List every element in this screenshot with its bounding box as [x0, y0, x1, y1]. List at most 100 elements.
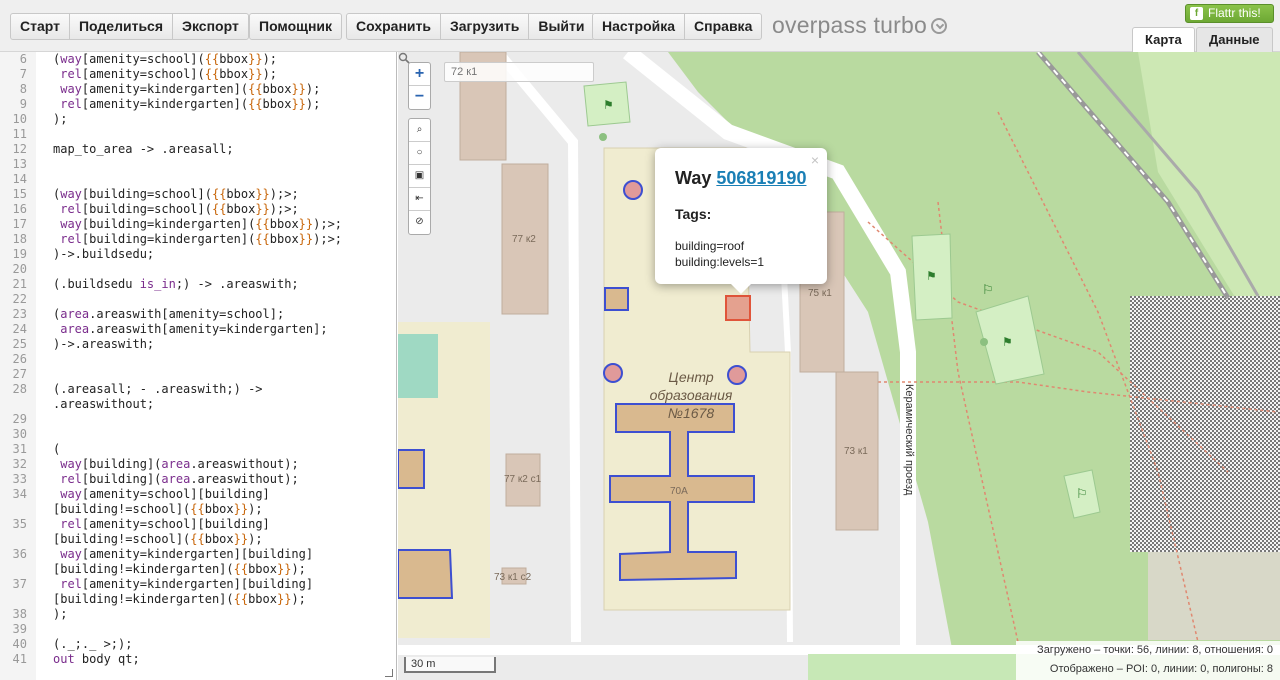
- line-number: 36: [12, 547, 27, 561]
- sport-icon-2: ⚐: [1076, 487, 1088, 502]
- code-text: )->.buildsedu;: [53, 247, 155, 261]
- code-text: (way[amenity=school]({{bbox}});: [53, 52, 278, 66]
- popup-tags-heading: Tags:: [675, 206, 712, 222]
- help-button[interactable]: Справка: [685, 14, 761, 39]
- house-label: 75 к1: [808, 288, 832, 299]
- popup-title-type: Way: [675, 168, 712, 188]
- line-number: 16: [12, 202, 27, 216]
- tab-data[interactable]: Данные: [1196, 27, 1273, 52]
- load-button[interactable]: Загрузить: [441, 14, 530, 39]
- code-text: rel[building=kindergarten]({{bbox}});>;: [60, 232, 343, 246]
- logout-button[interactable]: Выйти: [529, 14, 593, 39]
- settings-button[interactable]: Настройка: [593, 14, 686, 39]
- toolbar: Старт Поделиться Экспорт Помощник Сохран…: [0, 0, 1280, 52]
- line-number: 6: [19, 52, 27, 66]
- popup-arrow: [731, 284, 751, 294]
- zoom-out-button[interactable]: −: [409, 86, 430, 109]
- tree-dot-1: [599, 133, 607, 141]
- code-text: )->.areaswith;: [53, 337, 155, 351]
- house-label: 77 к2: [512, 234, 536, 245]
- tab-map[interactable]: Карта: [1132, 27, 1195, 52]
- house-label: 73 к1 с2: [494, 572, 532, 583]
- search-tool-icon[interactable]: ⌕: [409, 119, 430, 142]
- zoom-in-button[interactable]: +: [409, 63, 430, 86]
- line-number: 11: [12, 127, 27, 141]
- code-text-continued: [building!=school]({{bbox}});: [53, 532, 263, 546]
- line-number: 34: [12, 487, 27, 501]
- house-label: 73 к1: [844, 446, 868, 457]
- toolbar-group-main: Старт Поделиться Экспорт: [10, 13, 249, 40]
- line-number: 37: [12, 577, 27, 591]
- line-number: 21: [12, 277, 27, 291]
- grey-area: [1148, 552, 1280, 640]
- save-button[interactable]: Сохранить: [347, 14, 441, 39]
- code-text-continued: [building!=kindergarten]({{bbox}});: [53, 592, 306, 606]
- line-number: 29: [12, 412, 27, 426]
- query-editor[interactable]: 6 (way[amenity=school]({{bbox}}); 7 rel[am…: [0, 52, 397, 680]
- line-number: 24: [12, 322, 27, 336]
- resize-handle[interactable]: [385, 669, 393, 677]
- line-number: 38: [12, 607, 27, 621]
- house-label: 70А: [670, 486, 688, 497]
- code-text: );: [53, 112, 68, 126]
- line-number: 27: [12, 367, 27, 381]
- line-number: 40: [12, 637, 27, 651]
- code-text: rel[building=school]({{bbox}});>;: [60, 202, 299, 216]
- code-text: (: [53, 442, 61, 456]
- map-search-input[interactable]: [444, 62, 594, 82]
- line-number: 41: [12, 652, 27, 666]
- line-number: 7: [19, 67, 27, 81]
- line-number: 10: [12, 112, 27, 126]
- highlight-building-left-1: [398, 449, 425, 489]
- line-number: 22: [12, 292, 27, 306]
- code-text: way[building](area.areaswithout);: [60, 457, 299, 471]
- wizard-button[interactable]: Помощник: [250, 14, 341, 39]
- line-number: 23: [12, 307, 27, 321]
- app-title-text: overpass turbo: [772, 12, 927, 38]
- popup-title: Way 506819190: [675, 168, 807, 189]
- toolbar-group-wizard: Помощник: [249, 13, 343, 40]
- highlight-node-2: [603, 363, 623, 383]
- line-number: 28: [12, 382, 27, 396]
- export-button[interactable]: Экспорт: [173, 14, 248, 39]
- popup-tag: building=roof: [675, 239, 745, 253]
- line-number: 33: [12, 472, 27, 486]
- line-number: 20: [12, 262, 27, 276]
- road-label: Керамический проезд: [903, 384, 915, 496]
- code-text: );: [53, 607, 68, 621]
- map-view[interactable]: ⚑ ⚑ ⚑ ⚐ ⚐ 77 к2 75 к1 73 к1 77 к2 с1 73 …: [398, 52, 1280, 680]
- locate-icon[interactable]: ○: [409, 142, 430, 165]
- run-button[interactable]: Старт: [11, 14, 70, 39]
- code-text-continued: [building!=kindergarten]({{bbox}});: [53, 562, 306, 576]
- line-number: 26: [12, 352, 27, 366]
- code-text: (.areasall; - .areaswith;) ->: [53, 382, 263, 396]
- hatched-area: [1130, 296, 1280, 552]
- line-number: 32: [12, 457, 27, 471]
- line-number: 35: [12, 517, 27, 531]
- flattr-button[interactable]: f Flattr this!: [1185, 4, 1274, 23]
- pitch-area: [398, 334, 438, 398]
- code-text: (._;._ >;);: [53, 637, 133, 651]
- hide-data-icon[interactable]: ⊘: [409, 211, 430, 234]
- highlight-building-left-2: [398, 549, 454, 599]
- line-number: 8: [19, 82, 27, 96]
- stats-loaded: Загружено – точки: 56, линии: 8, отношен…: [1037, 644, 1273, 656]
- sport-icon-1: ⚐: [982, 283, 994, 298]
- fullscreen-icon[interactable]: ▣: [409, 165, 430, 188]
- code-text: map_to_area -> .areasall;: [53, 142, 234, 156]
- share-button[interactable]: Поделиться: [70, 14, 174, 39]
- line-number: 25: [12, 337, 27, 351]
- line-number: 14: [12, 172, 27, 186]
- zoom-to-data-icon[interactable]: ⇤: [409, 188, 430, 211]
- popup-close-icon[interactable]: ×: [811, 152, 819, 168]
- code-text: way[amenity=kindergarten]({{bbox}});: [60, 82, 321, 96]
- line-number: 12: [12, 142, 27, 156]
- map-canvas: ⚑ ⚑ ⚑ ⚐ ⚐: [398, 52, 1280, 680]
- playground-icon-3: ⚑: [1002, 335, 1013, 349]
- popup-id-link[interactable]: 506819190: [716, 168, 806, 188]
- playground-icon-1: ⚑: [603, 98, 614, 112]
- code-text: (way[building=school]({{bbox}});>;: [53, 187, 299, 201]
- playground-icon-2: ⚑: [926, 269, 937, 283]
- highlight-building-square: [604, 287, 629, 311]
- code-text: rel[building](area.areaswithout);: [60, 472, 299, 486]
